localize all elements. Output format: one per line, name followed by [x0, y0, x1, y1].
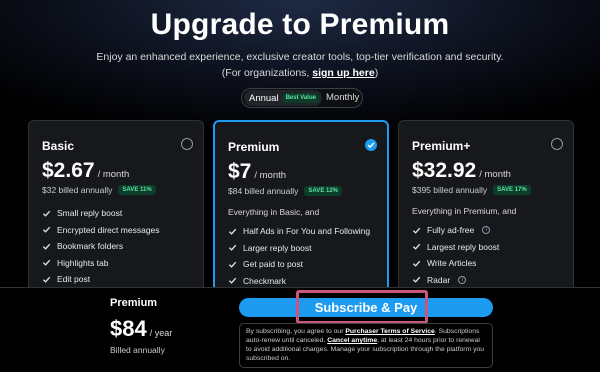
subscribe-pay-button[interactable]: Subscribe & Pay	[239, 298, 493, 317]
feature-item: Highlights tab	[42, 255, 160, 272]
plan-price: $2.67 / month	[42, 159, 129, 183]
plan-radio-checked[interactable]	[365, 139, 377, 151]
check-icon	[42, 226, 51, 233]
plan-name: Premium+	[412, 139, 471, 153]
price-period: / month	[254, 170, 287, 181]
check-icon	[228, 228, 237, 235]
selected-billed-text: Billed annually	[110, 345, 165, 355]
page-title: Upgrade to Premium	[150, 8, 450, 41]
feature-list: Half Ads in For You and Following Larger…	[228, 223, 370, 289]
feature-item: Larger reply boost	[228, 240, 370, 257]
feature-item: Encrypted direct messages	[42, 222, 160, 239]
billed-text: $84 billed annually	[228, 186, 299, 196]
save-badge: SAVE 11%	[118, 185, 156, 195]
page-subtitle: Enjoy an enhanced experience, exclusive …	[96, 51, 504, 63]
feature-item: Get paid to post	[228, 256, 370, 273]
plan-radio[interactable]	[181, 138, 193, 150]
save-badge: SAVE 17%	[493, 185, 531, 195]
plan-radio[interactable]	[551, 138, 563, 150]
check-icon	[228, 244, 237, 251]
feature-item: Half Ads in For You and Following	[228, 223, 370, 240]
price-amount: $2.67	[42, 159, 95, 182]
billed-info: $84 billed annually SAVE 12%	[228, 186, 342, 196]
plan-intro: Everything in Premium, and	[412, 206, 517, 216]
check-icon	[412, 243, 421, 250]
feature-item: Fully ad-free i	[412, 222, 499, 239]
plan-price: $7 / month	[228, 160, 286, 184]
annual-label: Annual	[249, 92, 279, 104]
annual-option[interactable]: Annual Best Value	[244, 90, 322, 106]
sign-up-link[interactable]: sign up here	[312, 67, 374, 79]
check-icon	[42, 243, 51, 250]
feature-item: Edit post	[42, 271, 160, 288]
best-value-badge: Best Value	[282, 93, 319, 103]
check-icon	[42, 259, 51, 266]
billing-period-toggle: Annual Best Value Monthly	[241, 88, 363, 108]
monthly-option[interactable]: Monthly	[326, 92, 359, 103]
feature-item: Small reply boost	[42, 205, 160, 222]
selected-price-period: / year	[149, 328, 173, 338]
selected-price-amount: $84	[110, 316, 147, 341]
billed-info: $395 billed annually SAVE 17%	[412, 185, 531, 195]
terms-notice: By subscribing, you agree to our Purchas…	[239, 323, 493, 368]
check-icon	[42, 210, 51, 217]
feature-item: Write Articles	[412, 255, 499, 272]
feature-item: Bookmark folders	[42, 238, 160, 255]
plan-price: $32.92 / month	[412, 159, 511, 183]
check-icon	[42, 276, 51, 283]
plan-name: Premium	[228, 140, 280, 154]
feature-list: Small reply boost Encrypted direct messa…	[42, 205, 160, 288]
organizations-line: (For organizations, sign up here)	[221, 67, 379, 79]
check-icon	[412, 260, 421, 267]
check-icon	[228, 261, 237, 268]
price-period: / month	[97, 169, 130, 180]
price-period: / month	[479, 169, 511, 180]
plan-card-basic[interactable]: Basic $2.67 / month $32 billed annually …	[28, 120, 204, 292]
feature-item: Radar i	[412, 272, 499, 289]
info-icon[interactable]: i	[482, 226, 491, 235]
check-icon	[412, 227, 421, 234]
plan-name: Basic	[42, 139, 75, 153]
billed-info: $32 billed annually SAVE 11%	[42, 185, 156, 195]
price-amount: $32.92	[412, 159, 477, 182]
check-icon	[228, 277, 237, 284]
billed-text: $395 billed annually	[412, 185, 488, 195]
billed-text: $32 billed annually	[42, 185, 113, 195]
selected-plan-name: Premium	[110, 297, 158, 309]
terms-of-service-link[interactable]: Purchaser Terms of Service	[345, 328, 434, 335]
cancel-anytime-link[interactable]: Cancel anytime	[327, 337, 377, 344]
plan-intro: Everything in Basic, and	[228, 207, 320, 217]
feature-list: Fully ad-free i Largest reply boost Write…	[412, 222, 499, 288]
plan-card-premium[interactable]: Premium $7 / month $84 billed annually S…	[213, 120, 389, 292]
check-icon	[412, 276, 421, 283]
selected-plan-price: $84 / year	[110, 316, 172, 342]
save-badge: SAVE 12%	[304, 186, 342, 196]
info-icon[interactable]: i	[458, 275, 467, 284]
check-icon	[367, 142, 375, 149]
checkout-bar: Premium $84 / year Billed annually Subsc…	[0, 287, 600, 372]
feature-item: Largest reply boost	[412, 239, 499, 256]
plan-card-premium-plus[interactable]: Premium+ $32.92 / month $395 billed annu…	[398, 120, 574, 292]
price-amount: $7	[228, 160, 252, 183]
